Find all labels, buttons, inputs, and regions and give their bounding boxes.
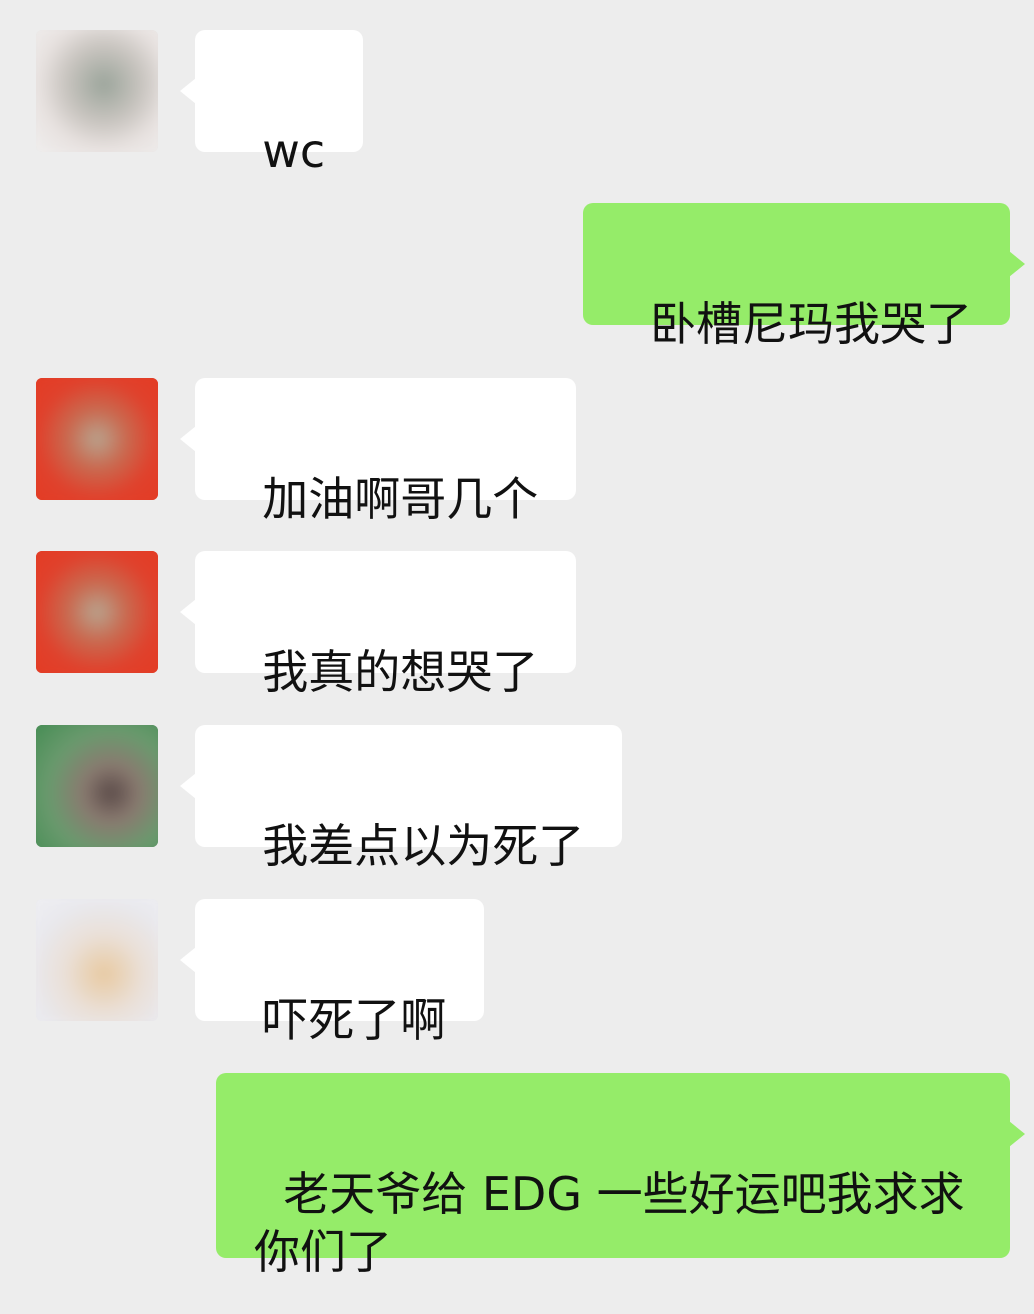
message-bubble[interactable]: 卧槽尼玛我哭了 xyxy=(582,203,1026,351)
message-text: 老天爷给 EDG 一些好运吧我求求你们了 xyxy=(254,1167,965,1279)
message-text: wc xyxy=(262,124,326,178)
avatar[interactable] xyxy=(36,378,158,500)
message-bubble[interactable]: 吓死了啊 xyxy=(179,899,485,1047)
message-bubble[interactable]: 加油啊哥几个 xyxy=(179,378,577,526)
message-text: 我真的想哭了 xyxy=(262,645,539,699)
avatar[interactable] xyxy=(36,899,158,1021)
avatar[interactable] xyxy=(36,551,158,673)
avatar[interactable] xyxy=(36,30,158,152)
message-text: 加油啊哥几个 xyxy=(262,472,539,526)
avatar[interactable] xyxy=(36,725,158,847)
message-bubble[interactable]: wc xyxy=(179,30,364,178)
message-bubble[interactable]: 我真的想哭了 xyxy=(179,551,577,699)
message-text: 我差点以为死了 xyxy=(262,819,585,873)
message-text: 吓死了啊 xyxy=(262,993,447,1047)
message-text: 卧槽尼玛我哭了 xyxy=(650,297,972,351)
message-bubble[interactable]: 我差点以为死了 xyxy=(179,725,623,873)
message-bubble[interactable]: 老天爷给 EDG 一些好运吧我求求你们了 xyxy=(216,1073,1025,1279)
